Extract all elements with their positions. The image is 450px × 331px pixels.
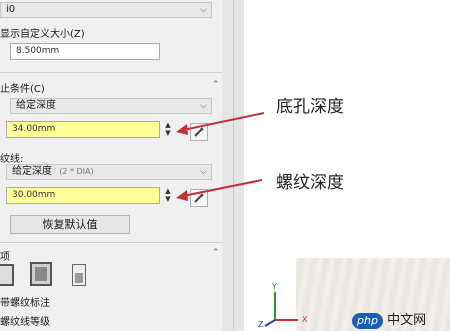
hole-depth-input[interactable]: 34.00mm: [6, 121, 160, 138]
thread-option-selected-icon[interactable]: [30, 262, 52, 286]
end-condition-combo[interactable]: 给定深度 ⌵: [10, 98, 212, 114]
property-panel: i0 ⌵ 显示自定义大小(Z) 8.500mm 止条件(C) ⌃ 给定深度 ⌵ …: [0, 0, 222, 331]
custom-size-value: 8.500mm: [16, 46, 60, 56]
thread-depth-spinner[interactable]: ▲ ▼: [164, 187, 172, 203]
pencil-icon: [194, 193, 204, 203]
custom-size-row[interactable]: 显示自定义大小(Z): [0, 25, 85, 40]
restore-defaults-button[interactable]: 恢复默认值: [10, 215, 130, 234]
thread-depth-annotation: 螺纹深度: [276, 173, 344, 193]
cosmetic-thread-option[interactable]: 带螺纹标注: [0, 294, 50, 309]
thread-option-cosmetic-icon[interactable]: [72, 264, 86, 286]
panel-splitter[interactable]: [233, 0, 234, 331]
chevron-up-icon[interactable]: ⌃: [212, 248, 220, 258]
chevron-down-icon: ⌵: [200, 101, 207, 111]
hole-depth-value: 34.00mm: [12, 124, 56, 134]
thread-type: 给定深度: [12, 166, 52, 177]
axis-triad: [264, 292, 298, 327]
chevron-down-icon: ⌵: [200, 5, 207, 15]
pencil-icon: [194, 127, 204, 137]
top-combo-value: i0: [6, 4, 16, 15]
custom-size-input[interactable]: 8.500mm: [10, 43, 160, 60]
watermark-site: 中文网: [387, 313, 427, 328]
thread-class-option[interactable]: 螺纹线等级: [0, 313, 50, 328]
thread-class-label: 螺纹线等级: [0, 317, 50, 328]
thread-depth-pick-button[interactable]: [190, 189, 208, 207]
thread-condition-combo[interactable]: 给定深度 (2 * DIA) ⌵: [6, 164, 212, 180]
custom-size-label: 显示自定义大小(Z): [0, 29, 85, 40]
cosmetic-thread-label: 带螺纹标注: [0, 298, 50, 309]
end-condition-type: 给定深度: [16, 100, 56, 111]
axis-z-label: Z: [258, 320, 264, 329]
watermark: php 中文网: [352, 309, 426, 329]
axis-x-label: X: [302, 315, 308, 324]
hole-depth-annotation: 底孔深度: [276, 97, 344, 117]
section-divider: [0, 72, 222, 73]
hole-depth-pick-button[interactable]: [190, 123, 208, 141]
thread-title: 纹线:: [0, 154, 24, 165]
thread-depth-input[interactable]: 30.00mm: [6, 187, 160, 204]
options-title: 项: [0, 252, 10, 263]
thread-option-icon[interactable]: [0, 264, 14, 286]
top-combo[interactable]: i0 ⌵: [0, 2, 212, 18]
thread-depth-value: 30.00mm: [12, 190, 56, 200]
graphics-viewport[interactable]: Y X Z php 中文网: [244, 0, 450, 331]
chevron-down-icon: ⌵: [200, 167, 207, 177]
axis-y-label: Y: [272, 282, 277, 291]
section-divider: [0, 242, 222, 243]
thread-type-hint: (2 * DIA): [59, 167, 94, 176]
end-condition-title: 止条件(C): [0, 84, 45, 95]
watermark-logo: php: [352, 313, 383, 329]
hole-depth-spinner[interactable]: ▲ ▼: [164, 121, 172, 137]
chevron-up-icon[interactable]: ⌃: [212, 80, 220, 90]
